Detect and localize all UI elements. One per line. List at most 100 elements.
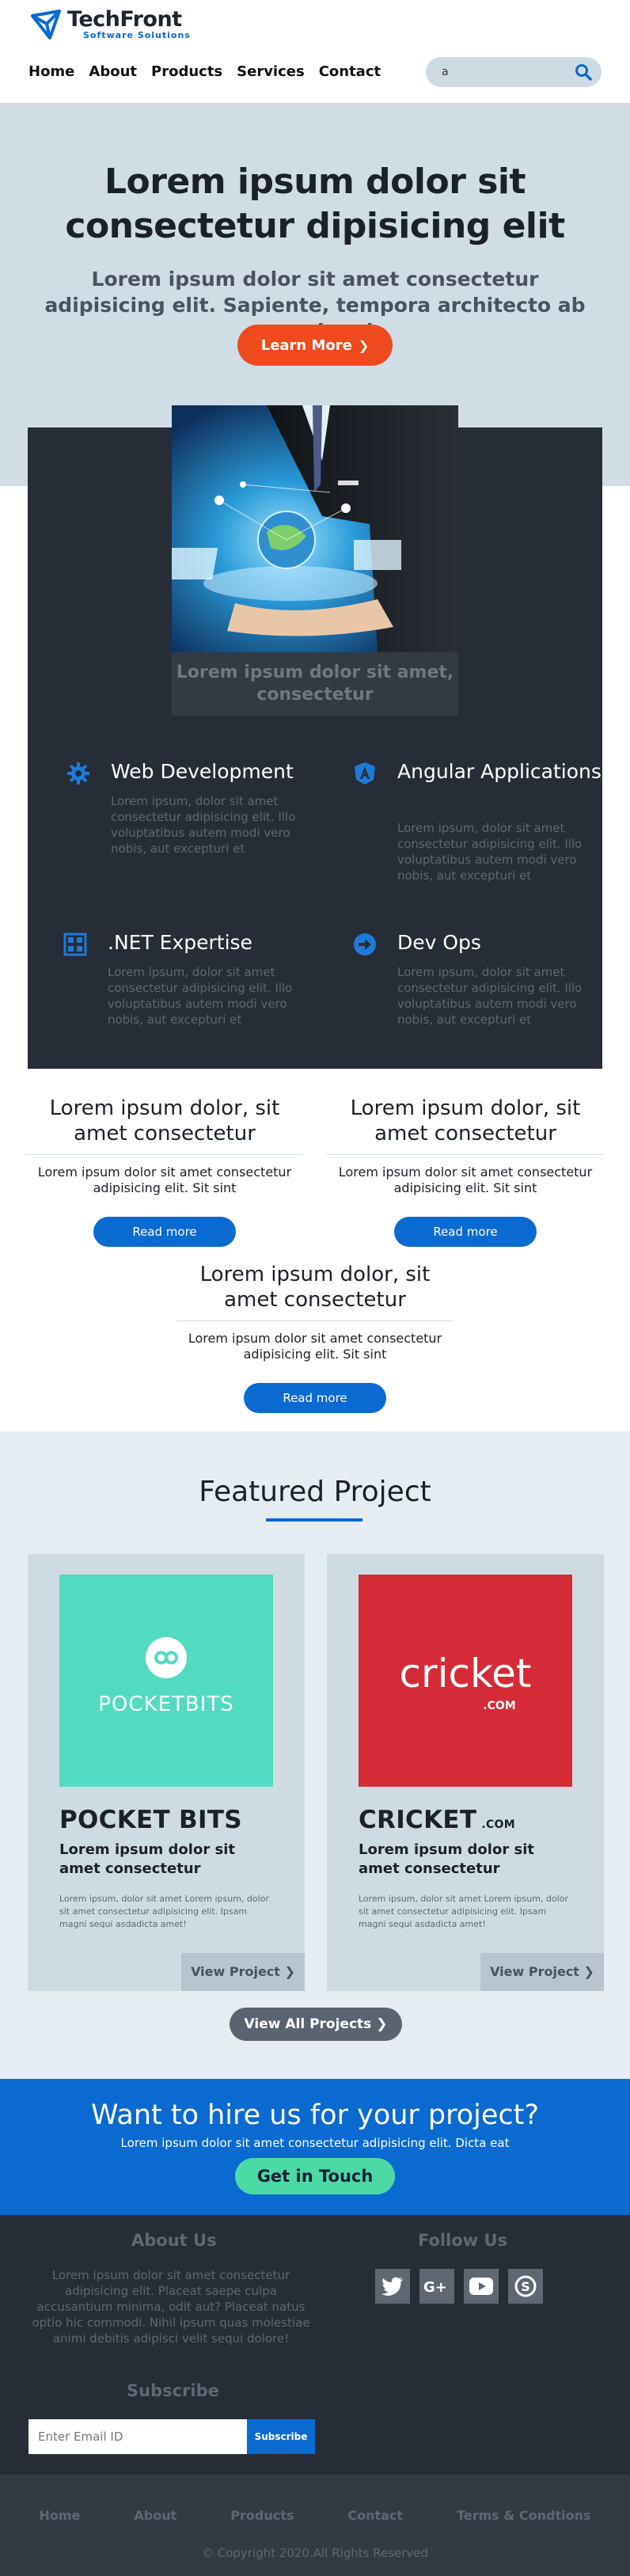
learn-more-label: Learn More bbox=[260, 336, 352, 354]
card-text: Lorem ipsum dolor sit amet consectetur a… bbox=[338, 1165, 593, 1195]
view-project-label: View Project bbox=[191, 1964, 280, 1979]
chevron-right-icon: ❯ bbox=[284, 1964, 295, 1979]
hero-title: Lorem ipsum dolor sit consectetur dipisi… bbox=[65, 161, 565, 246]
footer-link-about[interactable]: About bbox=[134, 2508, 176, 2523]
site-footer: About Us Lorem ipsum dolor sit amet cons… bbox=[0, 2215, 630, 2475]
view-project-button[interactable]: View Project ❯ bbox=[480, 1953, 604, 1991]
email-field[interactable] bbox=[28, 2419, 247, 2454]
chevron-right-icon: ❯ bbox=[358, 337, 370, 353]
title-underline bbox=[266, 1518, 362, 1522]
service-text: Lorem ipsum, dolor sit amet consectetur … bbox=[111, 794, 296, 856]
logo-title: TechFront bbox=[67, 7, 182, 32]
service-title: Dev Ops bbox=[397, 931, 481, 954]
page: TechFront Software Solutions Home About … bbox=[0, 0, 630, 2576]
hire-text: Lorem ipsum dolor sit amet consectetur a… bbox=[120, 2136, 510, 2150]
svg-text:S: S bbox=[521, 2279, 530, 2294]
info-card: Lorem ipsum dolor, sit amet consectetur … bbox=[327, 1096, 604, 1247]
pocketbits-logo: POCKETBITS bbox=[59, 1575, 273, 1787]
footer-link-contact[interactable]: Contact bbox=[347, 2508, 403, 2523]
footer-bottom: Home About Products Contact Terms & Cond… bbox=[0, 2475, 630, 2576]
hire-title: Want to hire us for your project? bbox=[91, 2099, 539, 2131]
about-title: About Us bbox=[131, 2231, 217, 2250]
project-card-pocketbits: POCKETBITS POCKET BITS Lorem ipsum dolor… bbox=[28, 1554, 305, 1991]
nav-home[interactable]: Home bbox=[28, 63, 74, 80]
main-nav: Home About Products Services Contact bbox=[28, 63, 395, 80]
card-divider bbox=[327, 1154, 604, 1155]
youtube-icon[interactable] bbox=[464, 2269, 499, 2304]
google-plus-icon[interactable]: G+ bbox=[419, 2269, 454, 2304]
view-project-label: View Project bbox=[490, 1964, 579, 1979]
project-name-text: POCKET BITS bbox=[59, 1806, 242, 1834]
logo-subtitle: Software Solutions bbox=[83, 30, 191, 40]
card-text: Lorem ipsum dolor sit amet consectetur a… bbox=[37, 1165, 292, 1195]
nav-services[interactable]: Services bbox=[237, 63, 305, 80]
project-name-suffix: .COM bbox=[481, 1818, 515, 1831]
skype-icon[interactable]: S bbox=[508, 2269, 543, 2304]
search-input[interactable] bbox=[442, 64, 560, 80]
nav-about[interactable]: About bbox=[89, 63, 137, 80]
card-title: Lorem ipsum dolor, sit amet consectetur bbox=[350, 1096, 581, 1146]
cricket-logo: cricket .COM bbox=[359, 1575, 572, 1787]
read-more-button[interactable]: Read more bbox=[244, 1383, 386, 1413]
business-tech-image bbox=[172, 405, 458, 652]
project-description: Lorem ipsum, dolor sit amet Lorem ipsum,… bbox=[359, 1894, 568, 1929]
pocketbits-logo-text: POCKETBITS bbox=[98, 1693, 234, 1716]
get-in-touch-button[interactable]: Get in Touch bbox=[235, 2158, 395, 2194]
learn-more-button[interactable]: Learn More ❯ bbox=[237, 325, 393, 366]
card-text: Lorem ipsum dolor sit amet consectetur a… bbox=[188, 1331, 442, 1362]
service-title: .NET Expertise bbox=[108, 931, 252, 954]
search-icon[interactable] bbox=[575, 63, 592, 81]
search-box bbox=[426, 57, 602, 87]
view-project-button[interactable]: View Project ❯ bbox=[181, 1953, 305, 1991]
project-name-text: CRICKET bbox=[359, 1806, 477, 1834]
grid-icon bbox=[63, 933, 87, 956]
logo-icon bbox=[31, 9, 61, 40]
project-subtitle: Lorem ipsum dolor sit amet consectetur bbox=[359, 1841, 534, 1877]
card-title: Lorem ipsum dolor, sit amet consectetur bbox=[49, 1096, 280, 1146]
service-text: Lorem ipsum, dolor sit amet consectetur … bbox=[397, 821, 583, 883]
footer-link-home[interactable]: Home bbox=[39, 2508, 80, 2523]
nav-contact[interactable]: Contact bbox=[319, 63, 381, 80]
card-title: Lorem ipsum dolor, sit amet consectetur bbox=[199, 1263, 431, 1312]
chevron-right-icon: ❯ bbox=[583, 1964, 594, 1979]
cricket-logo-text: cricket bbox=[400, 1651, 532, 1696]
view-all-projects-button[interactable]: View All Projects ❯ bbox=[230, 2008, 402, 2041]
card-divider bbox=[176, 1320, 454, 1321]
footer-link-products[interactable]: Products bbox=[230, 2508, 294, 2523]
project-name: CRICKET .COM bbox=[359, 1806, 515, 1834]
copyright: © Copyright 2020.All Rights Reserved bbox=[201, 2546, 429, 2560]
hire-section: Want to hire us for your project? Lorem … bbox=[0, 2079, 630, 2215]
about-text: Lorem ipsum dolor sit amet consectetur a… bbox=[32, 2268, 310, 2346]
gear-icon bbox=[67, 762, 89, 785]
subscribe-button[interactable]: Subscribe bbox=[247, 2419, 315, 2454]
project-name: POCKET BITS bbox=[59, 1806, 242, 1834]
card-divider bbox=[26, 1154, 303, 1155]
read-more-button[interactable]: Read more bbox=[394, 1217, 537, 1247]
service-net-expertise[interactable]: .NET Expertise Lorem ipsum, dolor sit am… bbox=[63, 929, 301, 1027]
site-header: TechFront Software Solutions Home About … bbox=[0, 0, 630, 103]
logo[interactable]: TechFront Software Solutions bbox=[29, 8, 191, 41]
project-subtitle: Lorem ipsum dolor sit amet consectetur bbox=[59, 1841, 235, 1877]
footer-link-terms[interactable]: Terms & Condtions bbox=[457, 2508, 590, 2523]
read-more-button[interactable]: Read more bbox=[93, 1217, 236, 1247]
arrow-circle-icon bbox=[354, 933, 376, 956]
twitter-icon[interactable] bbox=[375, 2269, 410, 2304]
view-all-label: View All Projects bbox=[244, 2016, 372, 2032]
service-text: Lorem ipsum, dolor sit amet consectetur … bbox=[108, 965, 293, 1027]
service-dev-ops[interactable]: Dev Ops Lorem ipsum, dolor sit amet cons… bbox=[353, 929, 590, 1027]
project-card-cricket: cricket .COM CRICKET .COM Lorem ipsum dol… bbox=[327, 1554, 604, 1991]
subscribe-title: Subscribe bbox=[127, 2381, 219, 2400]
info-card: Lorem ipsum dolor, sit amet consectetur … bbox=[26, 1096, 303, 1247]
nav-products[interactable]: Products bbox=[151, 63, 222, 80]
svg-text:G+: G+ bbox=[423, 2279, 447, 2295]
cricket-logo-sub: .COM bbox=[483, 1700, 515, 1712]
footer-nav: Home About Products Contact Terms & Cond… bbox=[0, 2508, 630, 2523]
service-angular-applications[interactable]: Angular Applications Lorem ipsum, dolor … bbox=[353, 758, 602, 885]
social-links: G+ S bbox=[375, 2269, 543, 2304]
service-title: Angular Applications bbox=[397, 760, 602, 783]
featured-title: Featured Project bbox=[199, 1476, 431, 1508]
angular-icon bbox=[355, 762, 375, 785]
follow-title: Follow Us bbox=[418, 2231, 508, 2250]
service-web-development[interactable]: Web Development Lorem ipsum, dolor sit a… bbox=[66, 758, 304, 856]
chevron-right-icon: ❯ bbox=[376, 2016, 388, 2032]
